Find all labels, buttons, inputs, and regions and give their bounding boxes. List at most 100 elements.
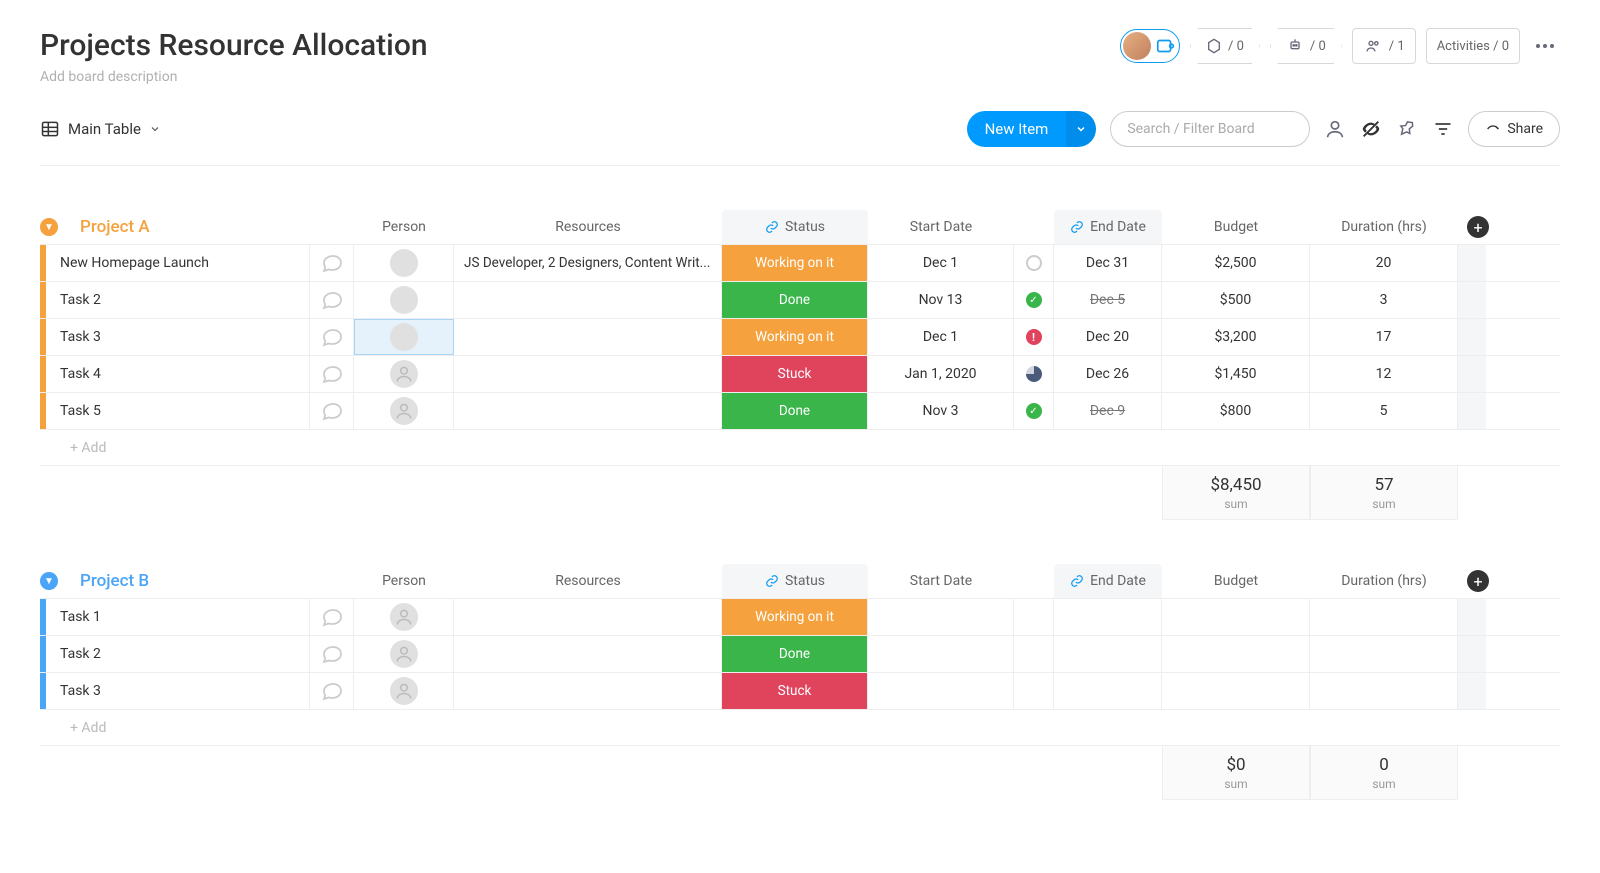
person-cell[interactable] <box>354 599 454 635</box>
start-date-cell[interactable]: Nov 3 <box>868 393 1014 429</box>
start-date-cell[interactable]: Dec 1 <box>868 319 1014 355</box>
budget-cell[interactable]: $2,500 <box>1162 245 1310 281</box>
new-item-dropdown[interactable] <box>1066 111 1096 147</box>
duration-cell[interactable] <box>1310 673 1458 709</box>
item-name[interactable]: Task 5 <box>46 393 310 429</box>
col-duration[interactable]: Duration (hrs) <box>1310 210 1458 244</box>
col-resources[interactable]: Resources <box>454 564 722 598</box>
start-date-cell[interactable]: Nov 13 <box>868 282 1014 318</box>
group-toggle[interactable]: ▼ <box>40 210 80 244</box>
search-input[interactable]: Search / Filter Board <box>1110 111 1310 147</box>
status-cell[interactable]: Working on it <box>722 245 868 281</box>
person-cell[interactable] <box>354 673 454 709</box>
resources-cell[interactable] <box>454 356 722 392</box>
group-title[interactable]: Project A <box>80 217 150 237</box>
resources-cell[interactable] <box>454 319 722 355</box>
activities-badge[interactable]: Activities / 0 <box>1426 28 1520 64</box>
person-cell[interactable] <box>354 393 454 429</box>
pin-icon[interactable] <box>1396 118 1418 140</box>
person-filter-icon[interactable] <box>1324 118 1346 140</box>
col-budget[interactable]: Budget <box>1162 210 1310 244</box>
chat-icon[interactable] <box>310 599 354 635</box>
person-cell[interactable] <box>354 356 454 392</box>
item-name[interactable]: Task 4 <box>46 356 310 392</box>
add-item-row[interactable]: + Add <box>40 709 1560 746</box>
end-date-cell[interactable]: Dec 5 <box>1054 282 1162 318</box>
person-cell[interactable] <box>354 282 454 318</box>
chat-icon[interactable] <box>310 356 354 392</box>
start-date-cell[interactable]: Dec 1 <box>868 245 1014 281</box>
resources-cell[interactable] <box>454 393 722 429</box>
add-item-row[interactable]: + Add <box>40 429 1560 466</box>
share-button[interactable]: Share <box>1468 111 1560 147</box>
chat-icon[interactable] <box>310 393 354 429</box>
person-cell[interactable] <box>354 245 454 281</box>
integrations-badge[interactable]: / 0 <box>1190 28 1260 64</box>
budget-cell[interactable] <box>1162 599 1310 635</box>
resources-cell[interactable] <box>454 599 722 635</box>
col-start-date[interactable]: Start Date <box>868 210 1014 244</box>
duration-cell[interactable]: 5 <box>1310 393 1458 429</box>
board-owner-avatar[interactable] <box>1120 29 1180 63</box>
status-cell[interactable]: Done <box>722 636 868 672</box>
col-resources[interactable]: Resources <box>454 210 722 244</box>
end-date-cell[interactable] <box>1054 599 1162 635</box>
budget-cell[interactable]: $500 <box>1162 282 1310 318</box>
item-name[interactable]: New Homepage Launch <box>46 245 310 281</box>
chat-icon[interactable] <box>310 636 354 672</box>
duration-cell[interactable]: 3 <box>1310 282 1458 318</box>
start-date-cell[interactable]: Jan 1, 2020 <box>868 356 1014 392</box>
budget-cell[interactable] <box>1162 673 1310 709</box>
view-selector[interactable]: Main Table <box>40 119 161 139</box>
chat-icon[interactable] <box>310 245 354 281</box>
end-date-cell[interactable]: Dec 31 <box>1054 245 1162 281</box>
duration-cell[interactable] <box>1310 599 1458 635</box>
status-cell[interactable]: Done <box>722 393 868 429</box>
chat-icon[interactable] <box>310 319 354 355</box>
start-date-cell[interactable] <box>868 599 1014 635</box>
group-toggle[interactable]: ▼ <box>40 564 80 598</box>
members-badge[interactable]: / 1 <box>1352 28 1416 64</box>
chat-icon[interactable] <box>310 673 354 709</box>
resources-cell[interactable] <box>454 282 722 318</box>
col-person[interactable]: Person <box>354 210 454 244</box>
resources-cell[interactable] <box>454 673 722 709</box>
resources-cell[interactable] <box>454 636 722 672</box>
person-cell[interactable] <box>354 636 454 672</box>
add-column-button[interactable]: + <box>1458 210 1498 244</box>
item-name[interactable]: Task 3 <box>46 319 310 355</box>
budget-cell[interactable]: $1,450 <box>1162 356 1310 392</box>
start-date-cell[interactable] <box>868 636 1014 672</box>
col-duration[interactable]: Duration (hrs) <box>1310 564 1458 598</box>
new-item-button[interactable]: New Item <box>967 111 1097 147</box>
resources-cell[interactable]: JS Developer, 2 Designers, Content Writ.… <box>454 245 722 281</box>
person-cell[interactable] <box>354 319 454 355</box>
automations-badge[interactable]: / 0 <box>1270 28 1342 64</box>
budget-cell[interactable]: $3,200 <box>1162 319 1310 355</box>
end-date-cell[interactable]: Dec 9 <box>1054 393 1162 429</box>
item-name[interactable]: Task 3 <box>46 673 310 709</box>
col-end-date[interactable]: End Date <box>1054 564 1162 598</box>
end-date-cell[interactable]: Dec 26 <box>1054 356 1162 392</box>
duration-cell[interactable]: 17 <box>1310 319 1458 355</box>
item-name[interactable]: Task 2 <box>46 282 310 318</box>
more-menu-button[interactable] <box>1530 38 1560 54</box>
budget-cell[interactable] <box>1162 636 1310 672</box>
budget-cell[interactable]: $800 <box>1162 393 1310 429</box>
duration-cell[interactable]: 12 <box>1310 356 1458 392</box>
chat-icon[interactable] <box>310 282 354 318</box>
group-title[interactable]: Project B <box>80 571 149 591</box>
end-date-cell[interactable] <box>1054 636 1162 672</box>
col-start-date[interactable]: Start Date <box>868 564 1014 598</box>
col-status[interactable]: Status <box>722 210 868 244</box>
status-cell[interactable]: Working on it <box>722 319 868 355</box>
item-name[interactable]: Task 2 <box>46 636 310 672</box>
status-cell[interactable]: Stuck <box>722 673 868 709</box>
add-column-button[interactable]: + <box>1458 564 1498 598</box>
board-description-placeholder[interactable]: Add board description <box>40 69 428 85</box>
status-cell[interactable]: Working on it <box>722 599 868 635</box>
duration-cell[interactable]: 20 <box>1310 245 1458 281</box>
col-person[interactable]: Person <box>354 564 454 598</box>
col-status[interactable]: Status <box>722 564 868 598</box>
status-cell[interactable]: Stuck <box>722 356 868 392</box>
